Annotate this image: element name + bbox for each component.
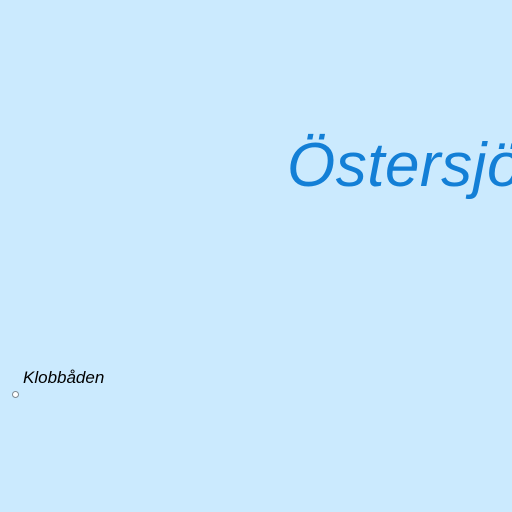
- sea-name-label: Östersjön: [287, 131, 512, 200]
- point-marker-icon[interactable]: [12, 391, 19, 398]
- map-view[interactable]: Östersjön Klobbåden: [0, 0, 512, 512]
- place-label-klobbaden: Klobbåden: [23, 368, 105, 387]
